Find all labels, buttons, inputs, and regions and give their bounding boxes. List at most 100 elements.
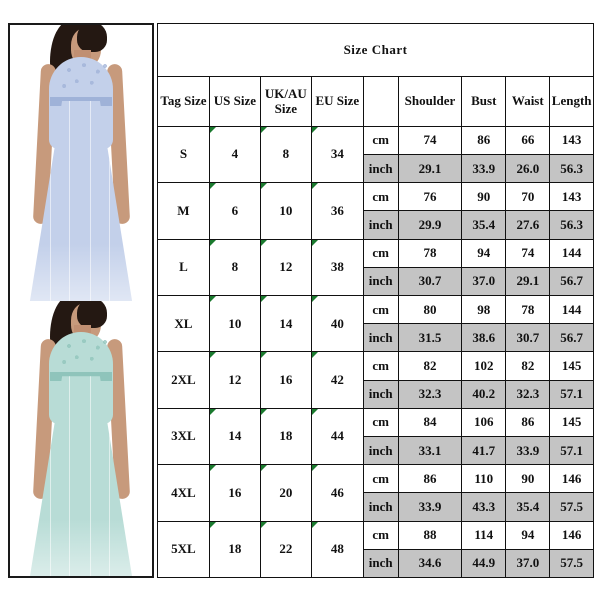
- header-unit: [362, 76, 399, 127]
- cell-inch-shoulder: 33.1: [397, 435, 463, 466]
- cell-comment-flag-icon: [260, 352, 267, 359]
- cell-comment-flag-icon: [260, 408, 267, 415]
- cell-unit-inch: inch: [362, 435, 399, 466]
- cell-cm-length: 144: [549, 238, 594, 268]
- cell-cm-shoulder: 76: [397, 182, 463, 212]
- cell-unit-inch: inch: [362, 492, 399, 522]
- model-hair-top: [77, 25, 107, 53]
- cell-unit-cm: cm: [362, 294, 399, 325]
- table-row: L 8 12 38 cm 78 94 74 144: [157, 238, 594, 296]
- dress-illustration-mint: [10, 300, 152, 576]
- cell-uk-au-size: 20: [259, 464, 312, 522]
- cell-eu-size: 46: [310, 464, 364, 522]
- dress-illustration-periwinkle: [10, 25, 152, 301]
- cell-inch-length: 56.7: [549, 266, 594, 296]
- cell-cm-shoulder: 80: [397, 294, 463, 325]
- cell-cm-bust: 114: [461, 520, 507, 550]
- cell-cm-bust: 106: [461, 407, 507, 437]
- cell-inch-waist: 32.3: [505, 379, 551, 409]
- cell-uk-au-size: 8: [259, 125, 312, 184]
- cell-tag-size: S: [157, 125, 210, 184]
- cell-comment-flag-icon: [311, 239, 318, 246]
- cell-us-size: 12: [208, 351, 261, 409]
- cell-unit-cm: cm: [362, 520, 399, 550]
- cell-tag-size: 4XL: [157, 464, 210, 522]
- cell-inch-bust: 37.0: [461, 266, 507, 296]
- table-header-row: Tag Size US Size UK/AU Size EU Size Shoulder B…: [157, 76, 594, 127]
- chart-title-row: Size Chart: [157, 22, 594, 78]
- cell-inch-bust: 40.2: [461, 379, 507, 409]
- cell-us-size: 8: [208, 238, 261, 296]
- cell-inch-bust: 44.9: [461, 548, 507, 579]
- cell-comment-flag-icon: [260, 465, 267, 472]
- header-uk-au-size: UK/AU Size: [259, 76, 312, 127]
- cell-inch-length: 56.7: [549, 323, 594, 353]
- cell-comment-flag-icon: [311, 521, 318, 528]
- cell-inch-waist: 27.6: [505, 210, 551, 240]
- cell-cm-shoulder: 84: [397, 407, 463, 437]
- cell-us-size: 14: [208, 407, 261, 466]
- cell-unit-inch: inch: [362, 548, 399, 579]
- cell-unit-inch: inch: [362, 379, 399, 409]
- cell-eu-size: 40: [310, 294, 364, 353]
- table-row: M 6 10 36 cm 76 90 70 143: [157, 182, 594, 240]
- cell-eu-size: 44: [310, 407, 364, 466]
- cell-comment-flag-icon: [209, 239, 216, 246]
- cell-inch-length: 57.1: [549, 379, 594, 409]
- table-row: XL 10 14 40 cm 80 98 78 144: [157, 294, 594, 353]
- cell-comment-flag-icon: [209, 408, 216, 415]
- cell-inch-length: 57.5: [549, 492, 594, 522]
- cell-inch-shoulder: 31.5: [397, 323, 463, 353]
- cell-unit-inch: inch: [362, 210, 399, 240]
- cell-uk-au-size: 14: [259, 294, 312, 353]
- cell-cm-bust: 94: [461, 238, 507, 268]
- cell-cm-bust: 110: [461, 464, 507, 494]
- cell-unit-cm: cm: [362, 407, 399, 437]
- size-chart-container: Size Chart Tag Size US Size UK/AU Size EU Siz…: [157, 22, 594, 579]
- cell-inch-bust: 43.3: [461, 492, 507, 522]
- cell-unit-cm: cm: [362, 238, 399, 268]
- cell-us-size: 4: [208, 125, 261, 184]
- cell-tag-size: XL: [157, 294, 210, 353]
- cell-comment-flag-icon: [311, 126, 318, 133]
- cell-comment-flag-icon: [311, 183, 318, 190]
- cell-inch-bust: 41.7: [461, 435, 507, 466]
- cell-uk-au-size: 12: [259, 238, 312, 296]
- cell-cm-bust: 90: [461, 182, 507, 212]
- cell-unit-cm: cm: [362, 125, 399, 155]
- cell-tag-size: L: [157, 238, 210, 296]
- cell-cm-shoulder: 82: [397, 351, 463, 381]
- dress-photo-periwinkle: [10, 25, 152, 301]
- dress-photo-mint: [10, 300, 152, 576]
- cell-comment-flag-icon: [260, 183, 267, 190]
- size-chart-table: Size Chart Tag Size US Size UK/AU Size EU Siz…: [157, 22, 594, 579]
- cell-inch-shoulder: 29.9: [397, 210, 463, 240]
- cell-cm-shoulder: 78: [397, 238, 463, 268]
- cell-cm-waist: 70: [505, 182, 551, 212]
- cell-cm-length: 145: [549, 351, 594, 381]
- cell-inch-waist: 35.4: [505, 492, 551, 522]
- size-chart-page: Size Chart Tag Size US Size UK/AU Size EU Siz…: [0, 0, 600, 600]
- cell-cm-waist: 74: [505, 238, 551, 268]
- cell-inch-length: 56.3: [549, 153, 594, 184]
- cell-inch-shoulder: 29.1: [397, 153, 463, 184]
- cell-tag-size: M: [157, 182, 210, 240]
- header-shoulder: Shoulder: [397, 76, 463, 127]
- cell-us-size: 16: [208, 464, 261, 522]
- cell-comment-flag-icon: [260, 521, 267, 528]
- cell-uk-au-size: 10: [259, 182, 312, 240]
- cell-inch-length: 57.1: [549, 435, 594, 466]
- cell-inch-length: 57.5: [549, 548, 594, 579]
- cell-tag-size: 3XL: [157, 407, 210, 466]
- cell-comment-flag-icon: [311, 408, 318, 415]
- cell-comment-flag-icon: [209, 126, 216, 133]
- cell-cm-waist: 78: [505, 294, 551, 325]
- cell-inch-waist: 29.1: [505, 266, 551, 296]
- cell-inch-bust: 38.6: [461, 323, 507, 353]
- cell-cm-shoulder: 88: [397, 520, 463, 550]
- dress-lace-detail: [57, 333, 117, 374]
- dress-lace-detail: [57, 58, 117, 99]
- cell-cm-bust: 102: [461, 351, 507, 381]
- cell-inch-shoulder: 34.6: [397, 548, 463, 579]
- cell-eu-size: 42: [310, 351, 364, 409]
